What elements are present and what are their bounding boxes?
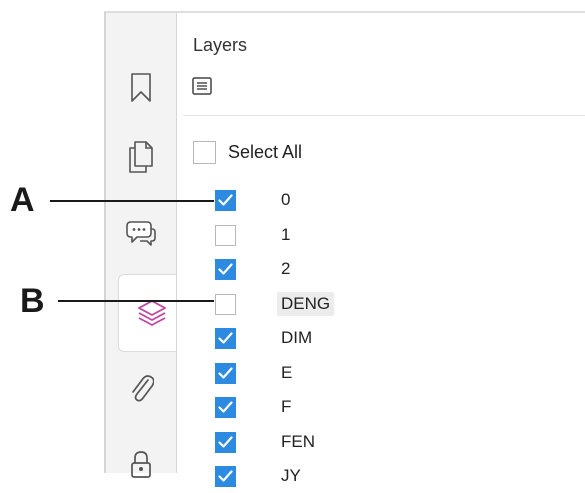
layer-row[interactable]: 0 xyxy=(215,185,294,215)
comment-icon xyxy=(126,219,156,247)
pages-button[interactable] xyxy=(106,127,176,187)
layer-visibility-checkbox[interactable] xyxy=(215,189,236,211)
callout-line-a xyxy=(50,200,214,202)
layer-name: JY xyxy=(281,466,301,485)
lock-icon xyxy=(129,447,153,479)
comments-button[interactable] xyxy=(106,203,176,263)
layer-name: 2 xyxy=(281,259,291,278)
select-all-checkbox[interactable] xyxy=(193,140,216,164)
layers-button[interactable] xyxy=(118,274,184,352)
layer-visibility-checkbox[interactable] xyxy=(215,465,236,487)
select-all-label: Select All xyxy=(228,141,303,162)
bookmark-icon xyxy=(130,73,152,103)
security-button[interactable] xyxy=(106,433,176,493)
layer-visibility-checkbox[interactable] xyxy=(215,431,236,453)
layer-options-button[interactable] xyxy=(191,76,213,100)
bookmark-button[interactable] xyxy=(106,58,176,118)
layer-row[interactable]: E xyxy=(215,358,296,388)
callout-label-b: B xyxy=(20,282,45,320)
layer-row[interactable]: 1 xyxy=(215,220,294,250)
attachments-button[interactable] xyxy=(106,358,176,418)
panel-separator xyxy=(183,115,585,116)
layer-name: 1 xyxy=(281,225,291,244)
list-options-icon xyxy=(192,76,212,100)
select-all-row[interactable]: Select All xyxy=(193,139,302,165)
layer-visibility-checkbox[interactable] xyxy=(215,258,236,280)
layer-name: DENG xyxy=(277,292,335,316)
layer-row[interactable]: 2 xyxy=(215,254,294,284)
layer-visibility-checkbox[interactable] xyxy=(215,293,236,315)
layer-name: DIM xyxy=(281,328,313,347)
layer-name: FEN xyxy=(281,432,315,451)
layer-visibility-checkbox[interactable] xyxy=(215,362,236,384)
sidebar-icon-rail xyxy=(106,13,184,478)
layer-name: E xyxy=(281,363,293,382)
layer-row[interactable]: DIM xyxy=(215,323,316,353)
pages-icon xyxy=(128,141,154,173)
layer-name: F xyxy=(281,397,292,416)
layer-row[interactable]: FEN xyxy=(215,427,319,457)
layers-icon xyxy=(137,298,167,328)
layer-row[interactable]: F xyxy=(215,392,295,422)
layer-visibility-checkbox[interactable] xyxy=(215,327,236,349)
callout-label-a: A xyxy=(10,181,35,219)
callout-line-b xyxy=(58,300,214,302)
layer-visibility-checkbox[interactable] xyxy=(215,224,236,246)
layer-name: 0 xyxy=(281,190,291,209)
layer-visibility-checkbox[interactable] xyxy=(215,396,236,418)
layer-row[interactable]: JY xyxy=(215,461,305,491)
paperclip-icon xyxy=(128,372,154,404)
layer-row[interactable]: DENG xyxy=(215,289,335,319)
layers-panel: Layers Select All 0 1 2 DENG DIM E F FEN JY xyxy=(177,13,585,487)
panel-title: Layers xyxy=(193,35,248,55)
page-margin xyxy=(0,0,104,473)
